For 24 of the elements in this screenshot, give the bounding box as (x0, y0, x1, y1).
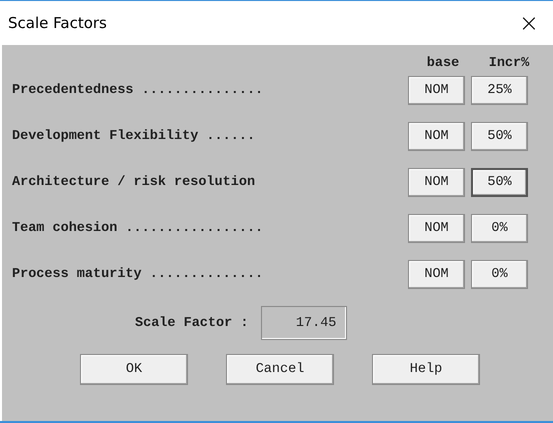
base-button[interactable]: NOM (408, 76, 465, 104)
increment-button[interactable]: 0% (471, 214, 528, 242)
increment-button[interactable]: 50% (471, 122, 528, 150)
factor-label: Architecture / risk resolution (12, 174, 256, 190)
dialog-button[interactable]: Cancel (226, 354, 334, 385)
dialog-button[interactable]: OK (80, 354, 188, 385)
increment-button[interactable]: 50% (471, 168, 528, 196)
column-header: Incr% (488, 56, 530, 70)
base-button[interactable]: NOM (408, 122, 465, 150)
scale-factor-label: Scale Factor : (135, 316, 248, 330)
factor-label: Precedentedness ............... (12, 82, 264, 98)
factor-label: Development Flexibility ...... (12, 128, 256, 144)
increment-button[interactable]: 0% (471, 260, 528, 288)
close-button[interactable]: × (512, 9, 545, 37)
scale-factor-value: 17.45 (261, 306, 348, 340)
window-title: Scale Factors (8, 14, 107, 32)
factor-label: Team cohesion ................. (12, 220, 264, 236)
column-header: base (426, 56, 460, 70)
base-button[interactable]: NOM (408, 260, 465, 288)
increment-button[interactable]: 25% (471, 76, 528, 104)
base-button[interactable]: NOM (408, 168, 465, 196)
dialog-button[interactable]: Help (372, 354, 480, 385)
base-button[interactable]: NOM (408, 214, 465, 242)
factor-label: Process maturity .............. (12, 266, 264, 282)
